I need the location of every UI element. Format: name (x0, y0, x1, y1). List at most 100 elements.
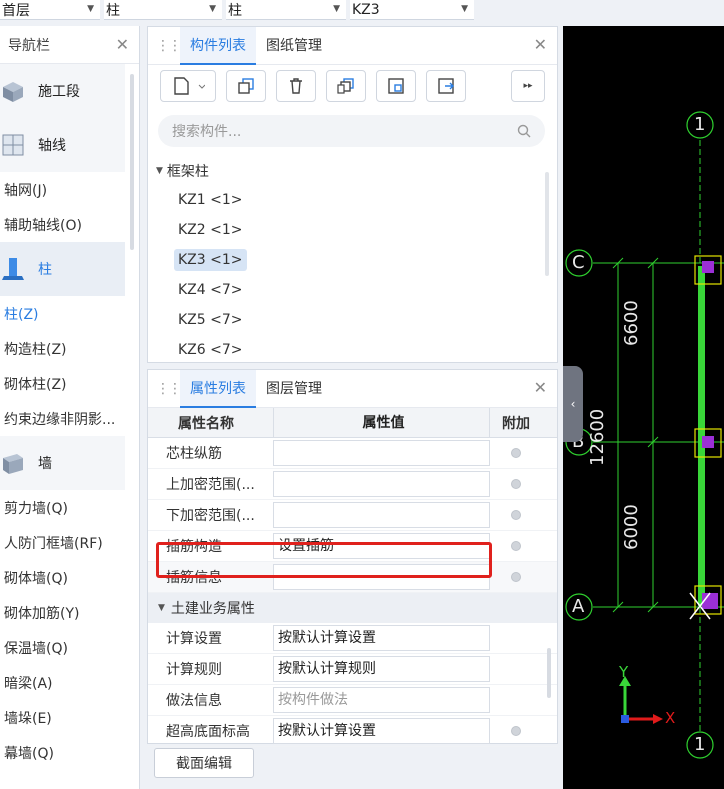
tree-item-kz4[interactable]: KZ4 <7> (174, 275, 557, 305)
nav-item-constructional-column[interactable]: 构造柱(Z) (0, 331, 125, 366)
nav-item-masonry-reinforcement[interactable]: 砌体加筋(Y) (0, 595, 125, 630)
tab-component-list[interactable]: 构件列表 (180, 26, 256, 65)
extra-radio[interactable] (511, 541, 521, 551)
extra-radio[interactable] (511, 479, 521, 489)
tree-item-kz5[interactable]: KZ5 <7> (174, 305, 557, 335)
delete-component-button[interactable] (276, 70, 316, 102)
drag-handle-icon[interactable]: ⋮⋮ (156, 39, 182, 53)
category-dropdown[interactable]: 柱 ▼ (104, 0, 222, 20)
import-component-button[interactable] (376, 70, 416, 102)
double-chevron-right-icon: ▸▸ (523, 81, 533, 91)
drag-handle-icon[interactable]: ⋮⋮ (156, 382, 182, 396)
type-dropdown[interactable]: 柱 ▼ (226, 0, 346, 20)
chevron-down-icon: ▼ (209, 4, 216, 14)
header-extra: 附加 (502, 415, 530, 432)
export-component-button[interactable] (426, 70, 466, 102)
type-dropdown-value: 柱 (228, 2, 242, 19)
component-dropdown-value: KZ3 (352, 1, 380, 18)
nav-item-grid[interactable]: 轴网(J) (0, 172, 125, 207)
close-icon[interactable]: ✕ (534, 35, 547, 54)
new-component-button[interactable] (160, 70, 216, 102)
nav-item-aux-axis[interactable]: 辅助轴线(O) (0, 207, 125, 242)
copy-component-button[interactable] (226, 70, 266, 102)
axis-label-a: A (572, 596, 585, 617)
nav-item-column[interactable]: 柱(Z) (0, 296, 125, 331)
close-icon[interactable]: ✕ (534, 378, 547, 397)
collapse-triangle-icon[interactable]: ▼ (156, 166, 163, 176)
import-icon (388, 78, 404, 94)
nav-group-construction-segment[interactable]: 施工段 (0, 64, 125, 118)
nav-group-wall[interactable]: 墙 (0, 436, 125, 490)
property-row: 上加密范围(... (148, 469, 557, 500)
navigation-panel: 导航栏 ✕ 施工段 轴线 轴网(J) 辅助轴线(O) 柱 柱(Z) 构造柱(Z)… (0, 26, 140, 789)
property-name: 计算设置 (166, 631, 222, 647)
nav-group-label: 施工段 (38, 84, 80, 100)
property-value-input[interactable] (273, 471, 490, 497)
extra-radio[interactable] (511, 726, 521, 736)
nav-group-column[interactable]: 柱 (0, 242, 125, 296)
floor-dropdown[interactable]: 首层 ▼ (0, 0, 100, 20)
section-edit-button[interactable]: 截面编辑 (154, 748, 254, 778)
nav-item-hidden-beam[interactable]: 暗梁(A) (0, 665, 125, 700)
tree-item-kz1[interactable]: KZ1 <1> (174, 185, 557, 215)
ucs-x-arrow (653, 714, 663, 724)
nav-scrollbar[interactable] (130, 74, 134, 250)
header-property-name: 属性名称 (178, 415, 234, 432)
extra-radio[interactable] (511, 510, 521, 520)
property-value-input[interactable]: 按构件做法 (273, 687, 490, 713)
axis-label-1-top: 1 (694, 114, 706, 135)
tree-item-kz6[interactable]: KZ6 <7> (174, 335, 557, 365)
property-name: 芯柱纵筋 (166, 446, 222, 462)
duplicate-floor-button[interactable] (326, 70, 366, 102)
collapse-triangle-icon[interactable]: ▼ (158, 603, 165, 613)
property-value-input[interactable]: 按默认计算设置 (273, 718, 490, 744)
properties-tabs: ⋮⋮ 属性列表 图层管理 ✕ (148, 369, 557, 408)
component-tree: ▼ 框架柱 KZ1 <1> KZ2 <1> KZ3 <1> KZ4 <7> KZ… (148, 147, 557, 365)
header-property-value: 属性值 (273, 407, 490, 438)
nav-title: 导航栏 (8, 37, 50, 54)
property-value-input[interactable] (273, 440, 490, 466)
property-name: 上加密范围(... (166, 477, 255, 493)
search-icon[interactable] (517, 124, 531, 138)
property-name: 超高底面标高 (166, 724, 250, 740)
nav-item-wall-pier[interactable]: 墙垛(E) (0, 700, 125, 735)
nav-group-axis[interactable]: 轴线 (0, 118, 125, 172)
nav-item-masonry-column[interactable]: 砌体柱(Z) (0, 366, 125, 401)
property-value-input[interactable]: 按默认计算设置 (273, 625, 490, 651)
nav-item-civil-defense-door-wall[interactable]: 人防门框墙(RF) (0, 525, 125, 560)
tree-node-label: 框架柱 (166, 164, 209, 180)
tab-layer-management[interactable]: 图层管理 (256, 370, 332, 408)
property-value-input[interactable] (273, 502, 490, 528)
component-list-scrollbar[interactable] (545, 172, 549, 276)
ucs-x-label: X (665, 709, 676, 727)
cad-canvas[interactable]: 1 C B A 1 6600 12600 6000 Y X (563, 26, 724, 789)
tree-node-frame-column[interactable]: ▼ 框架柱 (148, 157, 557, 185)
close-icon[interactable]: ✕ (116, 35, 129, 54)
collapse-panel-button[interactable]: ‹ (563, 366, 583, 442)
nav-item-curtain-wall[interactable]: 幕墙(Q) (0, 735, 125, 770)
tab-drawing-management[interactable]: 图纸管理 (256, 27, 332, 65)
copy-icon (238, 78, 254, 94)
extra-radio[interactable] (511, 448, 521, 458)
ucs-y-label: Y (619, 663, 629, 681)
nav-item-shear-wall[interactable]: 剪力墙(Q) (0, 490, 125, 525)
property-row: 超高底面标高 按默认计算设置 (148, 716, 557, 747)
component-search-input[interactable]: 搜索构件... (158, 115, 545, 147)
property-value-input[interactable]: 按默认计算规则 (273, 656, 490, 682)
more-tools-button[interactable]: ▸▸ (511, 70, 545, 102)
selected-marker (702, 261, 714, 273)
tab-property-list[interactable]: 属性列表 (180, 369, 256, 408)
cad-drawing[interactable] (563, 26, 724, 789)
property-list-scrollbar[interactable] (547, 648, 551, 698)
nav-item-edge-member[interactable]: 约束边缘非阴影... (0, 401, 125, 436)
extra-radio[interactable] (511, 572, 521, 582)
tree-item-kz3[interactable]: KZ3 <1> (174, 245, 557, 275)
section-civil-business-properties[interactable]: ▼ 土建业务属性 (148, 593, 557, 623)
nav-item-insulation-wall[interactable]: 保温墙(Q) (0, 630, 125, 665)
floor-dropdown-value: 首层 (2, 2, 30, 19)
property-row: 计算设置 按默认计算设置 (148, 623, 557, 654)
component-dropdown[interactable]: KZ3 ▼ (350, 0, 474, 20)
tree-item-label: KZ2 <1> (178, 222, 243, 238)
tree-item-kz2[interactable]: KZ2 <1> (174, 215, 557, 245)
nav-item-masonry-wall[interactable]: 砌体墙(Q) (0, 560, 125, 595)
